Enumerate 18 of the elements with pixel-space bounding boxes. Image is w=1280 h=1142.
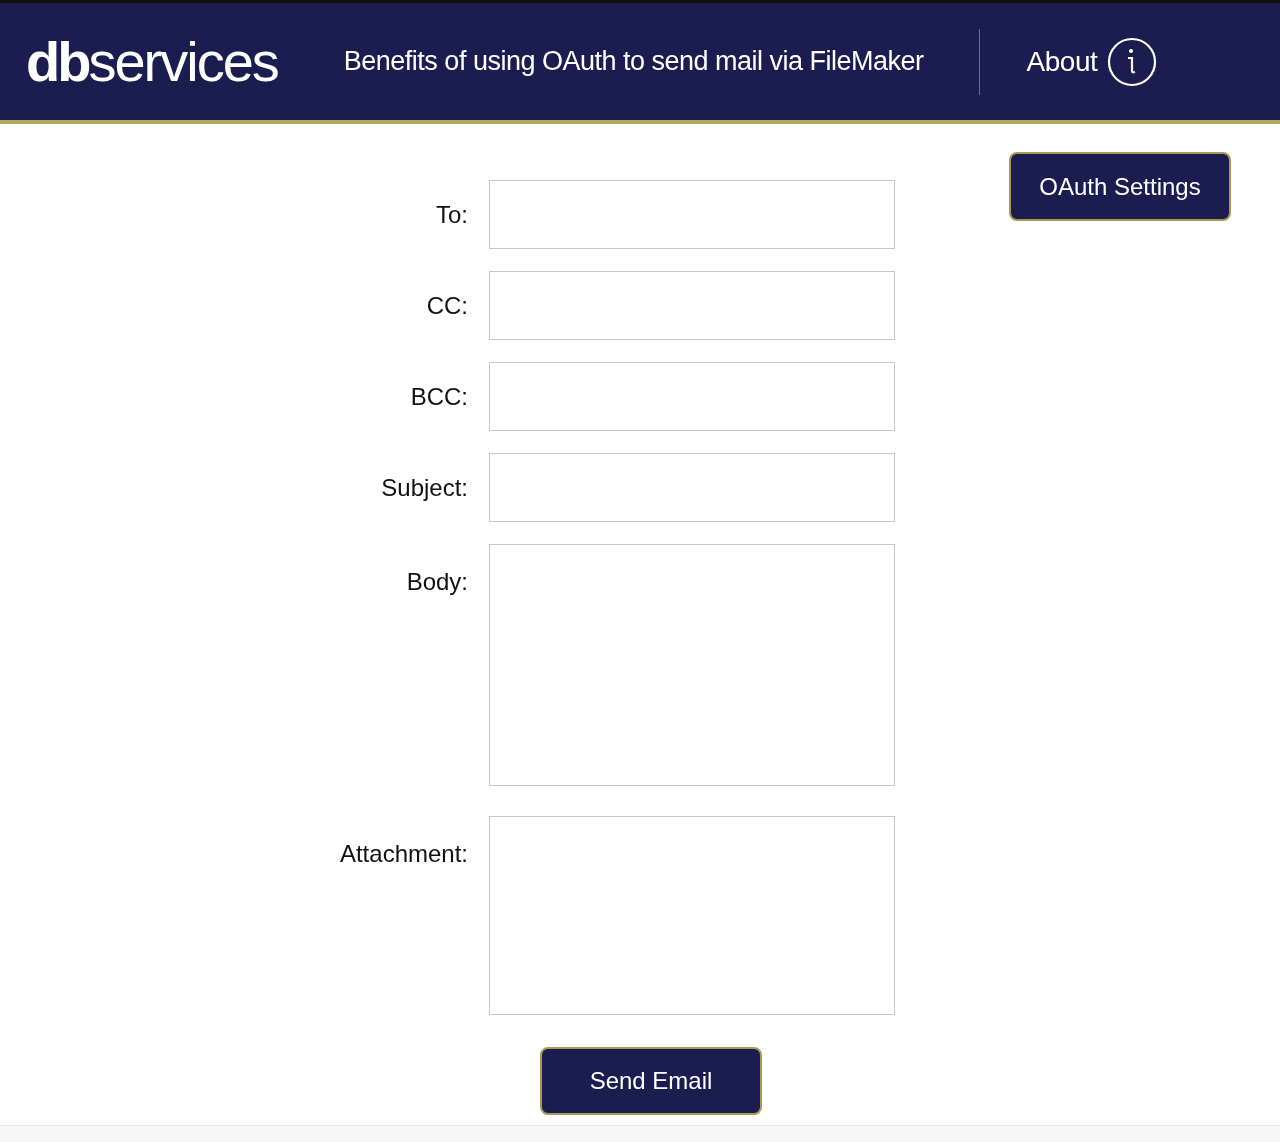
about-link[interactable]: About [1026, 45, 1098, 78]
page-title: Benefits of using OAuth to send mail via FileMaker [343, 46, 924, 77]
field-label: Body: [405, 567, 468, 597]
oauth-settings-button[interactable]: OAuth Settings [1009, 152, 1231, 221]
attachment-field[interactable] [489, 816, 895, 1015]
field-label: CC: [425, 291, 468, 320]
logo: dbservices [26, 28, 279, 95]
field-label: Subject: [380, 473, 468, 502]
field-label: To: [435, 200, 468, 229]
text-field[interactable] [489, 453, 895, 522]
text-field[interactable] [489, 271, 895, 340]
field-label: Attachment: [338, 839, 468, 869]
body-field[interactable] [489, 544, 895, 786]
field-label: BCC: [409, 382, 468, 411]
text-field[interactable] [489, 180, 895, 249]
send-email-button[interactable]: Send Email [540, 1047, 762, 1115]
info-icon[interactable] [1107, 36, 1158, 87]
text-field[interactable] [489, 362, 895, 431]
